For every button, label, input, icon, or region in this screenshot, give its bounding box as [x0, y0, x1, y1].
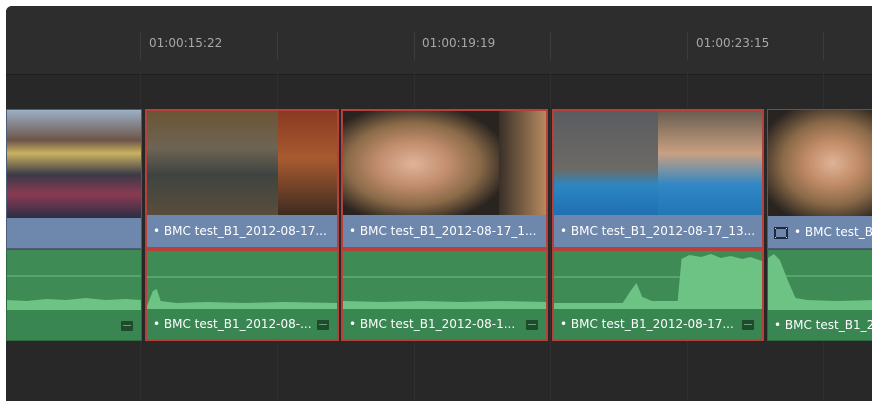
audio-clip[interactable]: • BMC test_B1_2012-08-1...: [341, 249, 548, 341]
timecode-label: 01:00:23:15: [696, 36, 770, 50]
clip-name: BMC test_B1_2012-08-1...: [359, 317, 516, 331]
audio-waveform: [343, 276, 546, 313]
ruler-tick: [823, 32, 824, 60]
clip-thumbnail: [768, 110, 872, 216]
timecode-ruler[interactable]: 01:00:15:22 01:00:19:19 01:00:23:15: [6, 6, 872, 75]
audio-clip-icon: [742, 320, 754, 330]
ruler-tick: [550, 32, 551, 60]
grid-line: [550, 74, 551, 401]
clip-label: • BMC test_B1_2012-08-1...: [343, 309, 546, 339]
clip-name: BMC test_B1_2012-08-17...: [163, 224, 327, 238]
clip-name: BMC test_B1_2012-08-17...: [570, 317, 734, 331]
ruler-tick: [277, 32, 278, 60]
clip-name: BMC test_B1_2012-08-17_13...: [570, 224, 756, 238]
video-clip[interactable]: • BMC test_B1_2012-08-17_13...: [552, 109, 764, 249]
clip-label: • BMC test_B1_2012-08-17...: [147, 215, 337, 247]
clip-label: • BMC test_B1_2012-08-...: [147, 309, 337, 339]
audio-waveform: [554, 254, 762, 313]
audio-clip[interactable]: • BMC test_B1_2: [767, 249, 872, 341]
audio-clip[interactable]: • BMC test_B1_2012-08-17...: [552, 249, 764, 341]
timeline-panel[interactable]: 01:00:15:22 01:00:19:19 01:00:23:15 • BM…: [6, 6, 872, 401]
audio-clip-icon: [526, 320, 538, 330]
clip-name: BMC test_B1_2012-08-17_1...: [359, 224, 537, 238]
audio-waveform: [147, 276, 337, 313]
ruler-tick: [687, 32, 688, 60]
audio-clip[interactable]: • BMC test_B1_2012-08-...: [145, 249, 339, 341]
clip-name: BMC test_B1_2012-08-...: [163, 317, 312, 331]
clip-label: • BMC test_B1_2012-08-17_13...: [554, 215, 762, 247]
clip-thumbnail: [343, 111, 546, 217]
audio-clip-icon: [121, 321, 133, 331]
clip-label: • BMC test_B1_2: [768, 310, 872, 340]
clip-thumbnail: [554, 111, 762, 217]
audio-waveform: [7, 275, 141, 312]
video-clip[interactable]: • BMC test_B1_2012-08-17...: [145, 109, 339, 249]
clip-label: • BMC test_B1_2012-08-17...: [554, 309, 762, 339]
clip-thumbnail: [147, 111, 337, 217]
clip-label: [7, 218, 141, 248]
audio-clip-icon: [317, 320, 329, 330]
ruler-tick: [140, 32, 141, 60]
compound-clip-icon: [774, 226, 788, 239]
audio-waveform: [768, 254, 872, 312]
audio-clip[interactable]: [6, 249, 142, 341]
ruler-tick: [414, 32, 415, 60]
clip-label: • BMC test_B: [768, 216, 872, 248]
clip-thumbnail: [7, 110, 141, 218]
clip-name: BMC test_B: [804, 225, 872, 239]
video-clip[interactable]: • BMC test_B: [767, 109, 872, 249]
timecode-label: 01:00:15:22: [149, 36, 223, 50]
video-clip[interactable]: • BMC test_B1_2012-08-17_1...: [341, 109, 548, 249]
clip-label: • BMC test_B1_2012-08-17_1...: [343, 215, 546, 247]
clip-name: BMC test_B1_2: [784, 318, 872, 332]
video-clip[interactable]: [6, 109, 142, 249]
timecode-label: 01:00:19:19: [422, 36, 496, 50]
